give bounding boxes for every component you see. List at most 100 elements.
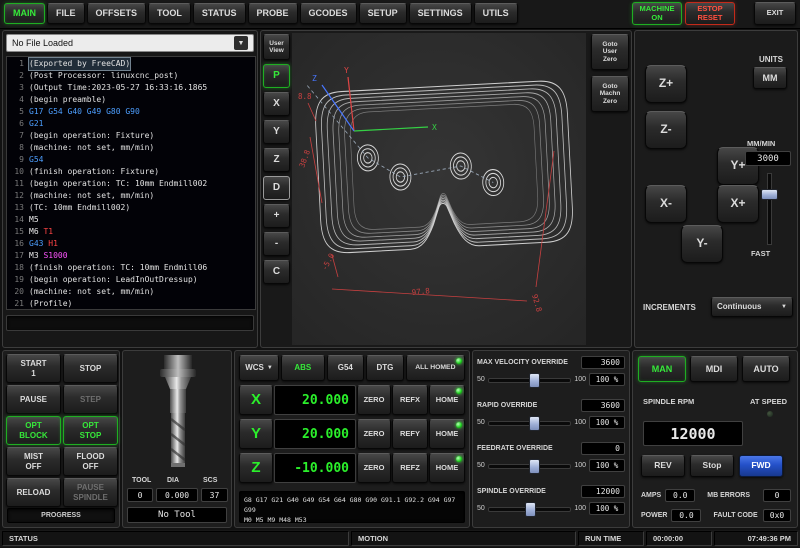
view-button[interactable]: + <box>263 204 290 228</box>
jog-x-plus-button[interactable]: X+ <box>717 185 759 223</box>
override-slider[interactable] <box>488 459 572 472</box>
slider-handle[interactable] <box>761 189 778 200</box>
step-button[interactable]: STEP <box>63 385 118 414</box>
axis-position-display: 20.000 <box>274 385 356 415</box>
g54-button[interactable]: G54 <box>327 355 365 381</box>
increments-combo[interactable]: Continuous ▼ <box>711 297 793 317</box>
gcode-line: 9 G54 <box>7 154 255 166</box>
axis-rows: X 20.000 ZERO REFX HOME Y 20.000 ZERO RE… <box>239 385 465 483</box>
override-slider[interactable] <box>488 373 572 386</box>
units-mm-button[interactable]: MM <box>753 67 787 89</box>
slider-handle[interactable] <box>525 502 536 517</box>
line-number: 6 <box>7 118 24 130</box>
gcode-preview-canvas[interactable]: X Y Z 8.8 38.8 -5.0 97.8 92.8 <box>292 33 586 345</box>
gcode-editor[interactable]: 1 (Exported by FreeCAD) 2 (Post Processo… <box>6 56 256 310</box>
gcode-text: (begin operation: TC: 10mm Endmill002 <box>29 178 207 190</box>
menu-button[interactable]: MAIN <box>4 3 45 24</box>
axis-zero-button[interactable]: ZERO <box>357 419 391 449</box>
pause-button[interactable]: PAUSE <box>6 385 61 414</box>
mdi-input[interactable] <box>6 315 254 331</box>
axis-zero-button[interactable]: ZERO <box>357 453 391 483</box>
menu-button[interactable]: UTILS <box>474 3 518 24</box>
pause-spindle-button[interactable]: PAUSE SPINDLE <box>63 478 118 507</box>
view-button[interactable]: P <box>263 64 290 88</box>
wcs-button[interactable]: WCS ▼ <box>239 355 279 381</box>
override-slider[interactable] <box>488 502 572 515</box>
spindle-fwd-button[interactable]: FWD <box>739 455 783 477</box>
exit-button[interactable]: EXIT <box>754 2 796 25</box>
view-button[interactable]: - <box>263 232 290 256</box>
axis-ref-button[interactable]: REFZ <box>392 453 428 483</box>
line-number: 1 <box>7 58 24 70</box>
menu-button[interactable]: PROBE <box>248 3 298 24</box>
axis-position-display: -10.000 <box>274 453 356 483</box>
estop-reset-button[interactable]: ESTOP RESET <box>685 2 735 25</box>
menu-button[interactable]: OFFSETS <box>87 3 147 24</box>
axis-ref-button[interactable]: REFY <box>392 419 428 449</box>
spindle-stop-button[interactable]: Stop <box>690 455 734 477</box>
view-button[interactable]: D <box>263 176 290 200</box>
override-label: SPINDLE OVERRIDE <box>477 488 546 495</box>
tool-col-label: TOOL <box>132 477 151 484</box>
line-number: 10 <box>7 166 24 178</box>
abs-button[interactable]: ABS <box>281 355 325 381</box>
run-time-label: RUN TIME <box>578 531 644 546</box>
manual-mode-button[interactable]: MAN <box>638 356 686 382</box>
gcode-line: 17 M3 S1000 <box>7 250 255 262</box>
goto-machine-zero-button[interactable]: Goto Machn Zero <box>591 76 629 112</box>
axis-letter-button[interactable]: X <box>239 385 273 415</box>
endmill-tool-image <box>148 355 208 471</box>
menu-button[interactable]: SETTINGS <box>409 3 472 24</box>
spindle-rev-button[interactable]: REV <box>641 455 685 477</box>
opt-stop-button[interactable]: OPT STOP <box>63 416 118 445</box>
menu-button[interactable]: FILE <box>47 3 85 24</box>
slider-handle[interactable] <box>529 416 540 431</box>
flood-button[interactable]: FLOOD OFF <box>63 447 118 476</box>
reload-button[interactable]: RELOAD <box>6 478 61 507</box>
axis-home-button[interactable]: HOME <box>429 385 465 415</box>
slider-handle[interactable] <box>529 459 540 474</box>
machine-on-button[interactable]: MACHINE ON <box>632 2 682 25</box>
menu-button[interactable]: GCODES <box>300 3 357 24</box>
menu-button[interactable]: SETUP <box>359 3 407 24</box>
menu-button[interactable]: STATUS <box>193 3 246 24</box>
dtg-button[interactable]: DTG <box>366 355 404 381</box>
override-label: RAPID OVERRIDE <box>477 402 537 409</box>
file-selector-combo[interactable]: No File Loaded ▼ <box>6 34 254 52</box>
view-button[interactable]: Z <box>263 148 290 172</box>
all-homed-button[interactable]: ALL HOMED <box>406 355 465 381</box>
mdi-mode-button[interactable]: MDI <box>690 356 738 382</box>
mist-button[interactable]: MIST OFF <box>6 447 61 476</box>
view-button[interactable]: X <box>263 92 290 116</box>
override-slider[interactable] <box>488 416 572 429</box>
view-button[interactable]: Y <box>263 120 290 144</box>
slider-handle[interactable] <box>529 373 540 388</box>
override-label: MAX VELOCITY OVERRIDE <box>477 359 568 366</box>
jog-panel: UNITS MM Z+ Z- Y+ X- X+ Y- MM/MIN 3000 F… <box>634 30 798 348</box>
auto-mode-button[interactable]: AUTO <box>742 356 790 382</box>
gcode-text: (Post Processor: linuxcnc_post) <box>29 70 178 82</box>
axis-ref-button[interactable]: REFX <box>392 385 428 415</box>
jog-z-minus-button[interactable]: Z- <box>645 111 687 149</box>
axis-letter-button[interactable]: Z <box>239 453 273 483</box>
opt-block-button[interactable]: OPT BLOCK <box>6 416 61 445</box>
jog-y-minus-button[interactable]: Y- <box>681 225 723 263</box>
axis-letter-button[interactable]: Y <box>239 419 273 449</box>
home-label: HOME <box>436 464 459 473</box>
cycle-start-button[interactable]: START 1 <box>6 354 61 383</box>
jog-x-minus-button[interactable]: X- <box>645 185 687 223</box>
menu-button[interactable]: TOOL <box>148 3 191 24</box>
stop-button[interactable]: STOP <box>63 354 118 383</box>
axis-zero-button[interactable]: ZERO <box>357 385 391 415</box>
axis-home-button[interactable]: HOME <box>429 453 465 483</box>
goto-user-zero-button[interactable]: Goto User Zero <box>591 34 629 70</box>
view-button[interactable]: User View <box>263 34 290 60</box>
jog-speed-slider[interactable] <box>761 173 777 245</box>
jog-z-plus-button[interactable]: Z+ <box>645 65 687 103</box>
gcode-text: (begin preamble) <box>29 94 106 106</box>
x-axis-label: X <box>432 123 437 132</box>
spindle-panel: MAN MDI AUTO SPINDLE RPM AT SPEED 12000 … <box>632 350 798 528</box>
axis-home-button[interactable]: HOME <box>429 419 465 449</box>
top-menu-bar: MAINFILEOFFSETSTOOLSTATUSPROBEGCODESSETU… <box>0 0 800 29</box>
view-button[interactable]: C <box>263 260 290 284</box>
